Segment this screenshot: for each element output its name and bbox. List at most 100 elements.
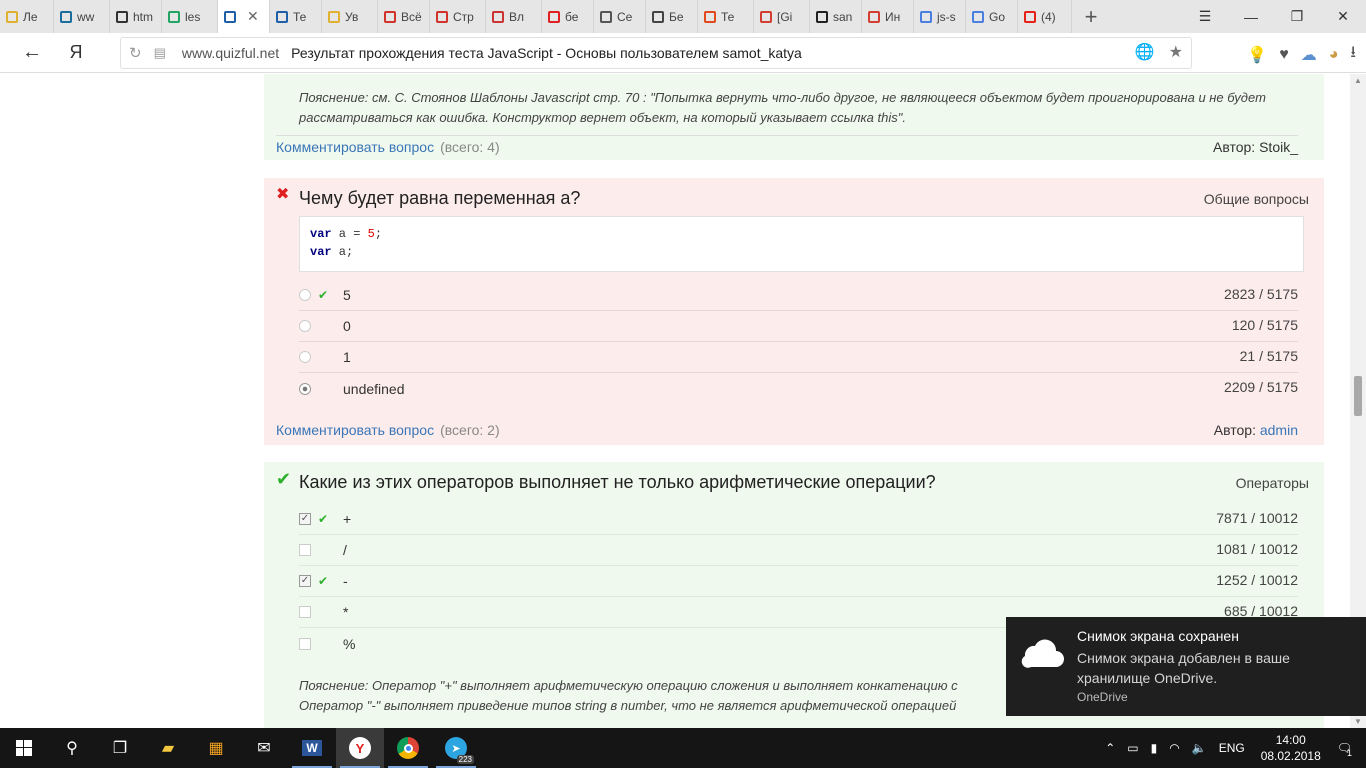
wifi-icon[interactable]: ◠ — [1169, 741, 1179, 755]
browser-tab[interactable]: Ле — [0, 0, 54, 33]
correct-answer-check-icon: ✔ — [318, 288, 329, 302]
answer-stat: 1252 / 10012 — [1216, 572, 1298, 588]
translate-icon[interactable]: 🌐 — [1135, 42, 1155, 62]
colorwheel-icon[interactable]: ◕ — [1329, 46, 1339, 64]
browser-tab[interactable]: les — [162, 0, 218, 33]
cloud-icon[interactable]: ☁ — [1301, 45, 1317, 65]
browser-tab[interactable]: Те — [698, 0, 754, 33]
search-button[interactable]: ⚲ — [48, 728, 96, 768]
browser-tab[interactable]: js-s — [914, 0, 966, 33]
download-icon[interactable]: ⭳ — [1350, 41, 1356, 68]
ph-icon — [704, 10, 716, 23]
answer-checkbox[interactable] — [299, 637, 311, 650]
yandex-home-button[interactable]: Я — [54, 33, 98, 73]
volume-icon[interactable]: 🔈 — [1192, 741, 1207, 755]
taskbar-store[interactable]: ▦ — [192, 728, 240, 768]
tab-label: js-s — [937, 9, 956, 24]
action-center-icon[interactable]: 🗨 1 — [1337, 741, 1352, 758]
browser-tab[interactable]: ✕ — [218, 0, 270, 33]
network-drive-icon[interactable]: ▭ — [1127, 741, 1138, 755]
answer-radio[interactable] — [299, 320, 311, 332]
figure-icon — [384, 10, 396, 23]
answer-checkbox[interactable] — [299, 606, 311, 618]
taskbar-yandex-browser[interactable]: Y — [336, 728, 384, 768]
browser-tab[interactable]: Бе — [646, 0, 698, 33]
mail-icon: ✉ — [257, 740, 271, 757]
answer-radio[interactable] — [299, 289, 311, 301]
start-button[interactable] — [0, 728, 48, 768]
scroll-down-arrow-icon[interactable]: ▼ — [1354, 717, 1362, 726]
answer-checkbox[interactable]: ✓ — [299, 513, 311, 525]
question-block-prev: Пояснение: см. С. Стоянов Шаблоны Javasc… — [264, 74, 1324, 160]
browser-address-bar: ← Я ↻ ▤ www.quizful.net Результат прохож… — [0, 33, 1366, 73]
browser-tab[interactable]: [Gi — [754, 0, 810, 33]
bulb-icon — [6, 10, 18, 23]
scroll-up-arrow-icon[interactable]: ▲ — [1354, 76, 1362, 85]
author-prefix: Автор: — [1213, 422, 1260, 438]
document-icon — [600, 10, 612, 23]
close-tab-icon[interactable]: ✕ — [247, 8, 259, 25]
answer-row: undefined 2209 / 5175 — [299, 373, 1298, 404]
answer-radio[interactable] — [299, 382, 311, 395]
bookmark-star-icon[interactable]: ★ — [1169, 42, 1183, 62]
answer-text: 0 — [343, 318, 351, 334]
browser-tab[interactable]: Се — [594, 0, 646, 33]
close-window-button[interactable]: ✕ — [1320, 0, 1366, 33]
show-hidden-icons-icon[interactable]: ⌃ — [1105, 741, 1115, 755]
browser-menu-button[interactable]: ☰ — [1182, 0, 1228, 33]
youtube-icon — [1024, 10, 1036, 23]
tab-label: (4) — [1041, 9, 1056, 24]
taskbar-mail[interactable]: ✉ — [240, 728, 288, 768]
browser-tab[interactable]: бе — [542, 0, 594, 33]
new-tab-button[interactable]: + — [1072, 4, 1110, 30]
lightbulb-icon[interactable]: 💡 — [1247, 45, 1267, 65]
scrollbar-thumb[interactable] — [1354, 376, 1362, 416]
tab-label: les — [185, 9, 201, 24]
browser-tab[interactable]: htm — [110, 0, 162, 33]
task-view-button[interactable]: ❐ — [96, 728, 144, 768]
browser-tab[interactable]: ww — [54, 0, 110, 33]
taskbar-telegram[interactable]: ➤ 223 — [432, 728, 480, 768]
notification-title: Снимок экрана сохранен — [1077, 628, 1239, 644]
browser-tab[interactable]: san — [810, 0, 862, 33]
quizful-icon — [224, 10, 236, 23]
page-info-icon[interactable]: ▤ — [154, 45, 166, 61]
browser-tab[interactable]: Go — [966, 0, 1018, 33]
restore-button[interactable]: ❐ — [1274, 0, 1320, 33]
browser-tab[interactable]: Ин — [862, 0, 914, 33]
minimize-button[interactable]: — — [1228, 0, 1274, 33]
answer-radio[interactable] — [299, 351, 311, 363]
comment-question-link[interactable]: Комментировать вопрос — [276, 422, 434, 438]
pocket-icon[interactable]: ♥ — [1279, 46, 1289, 64]
taskbar-explorer[interactable]: ▰ — [144, 728, 192, 768]
browser-tab[interactable]: Стр — [430, 0, 486, 33]
onedrive-notification[interactable]: Снимок экрана сохранен Снимок экрана доб… — [1006, 617, 1366, 716]
browser-tab[interactable]: Вл — [486, 0, 542, 33]
answer-list: ✔ 5 2823 / 5175 0 120 / 5175 1 21 / 5175 undefi… — [299, 280, 1298, 404]
answer-checkbox[interactable] — [299, 544, 311, 556]
author-link[interactable]: admin — [1260, 422, 1298, 438]
browser-tab[interactable]: Те — [270, 0, 322, 33]
taskbar-word[interactable]: W — [288, 728, 336, 768]
comment-question-link[interactable]: Комментировать вопрос — [276, 139, 434, 155]
browser-tab[interactable]: Ув — [322, 0, 378, 33]
taskbar-chrome[interactable] — [384, 728, 432, 768]
tab-label: Вл — [509, 9, 525, 24]
browser-tab[interactable]: Всё — [378, 0, 430, 33]
browser-tab[interactable]: (4) — [1018, 0, 1072, 33]
back-button[interactable]: ← — [10, 33, 54, 73]
search-icon: ⚲ — [66, 740, 78, 757]
chrome-icon — [397, 737, 419, 759]
battery-icon[interactable]: ▮ — [1151, 741, 1158, 755]
language-indicator[interactable]: ENG — [1219, 741, 1245, 755]
tab-label: Те — [721, 9, 735, 24]
clock[interactable]: 14:00 08.02.2018 — [1261, 732, 1321, 764]
tab-label: Те — [293, 9, 307, 24]
gmail-icon — [868, 10, 880, 23]
reload-icon[interactable]: ↻ — [129, 44, 142, 62]
url-field[interactable]: ↻ ▤ www.quizful.net Результат прохождени… — [120, 37, 1192, 69]
youtube-tv-icon — [492, 10, 504, 23]
answer-checkbox[interactable]: ✓ — [299, 575, 311, 587]
comment-line: Комментировать вопрос (всего: 4) Автор: S… — [276, 135, 1298, 157]
answer-row: ✔ 5 2823 / 5175 — [299, 280, 1298, 311]
